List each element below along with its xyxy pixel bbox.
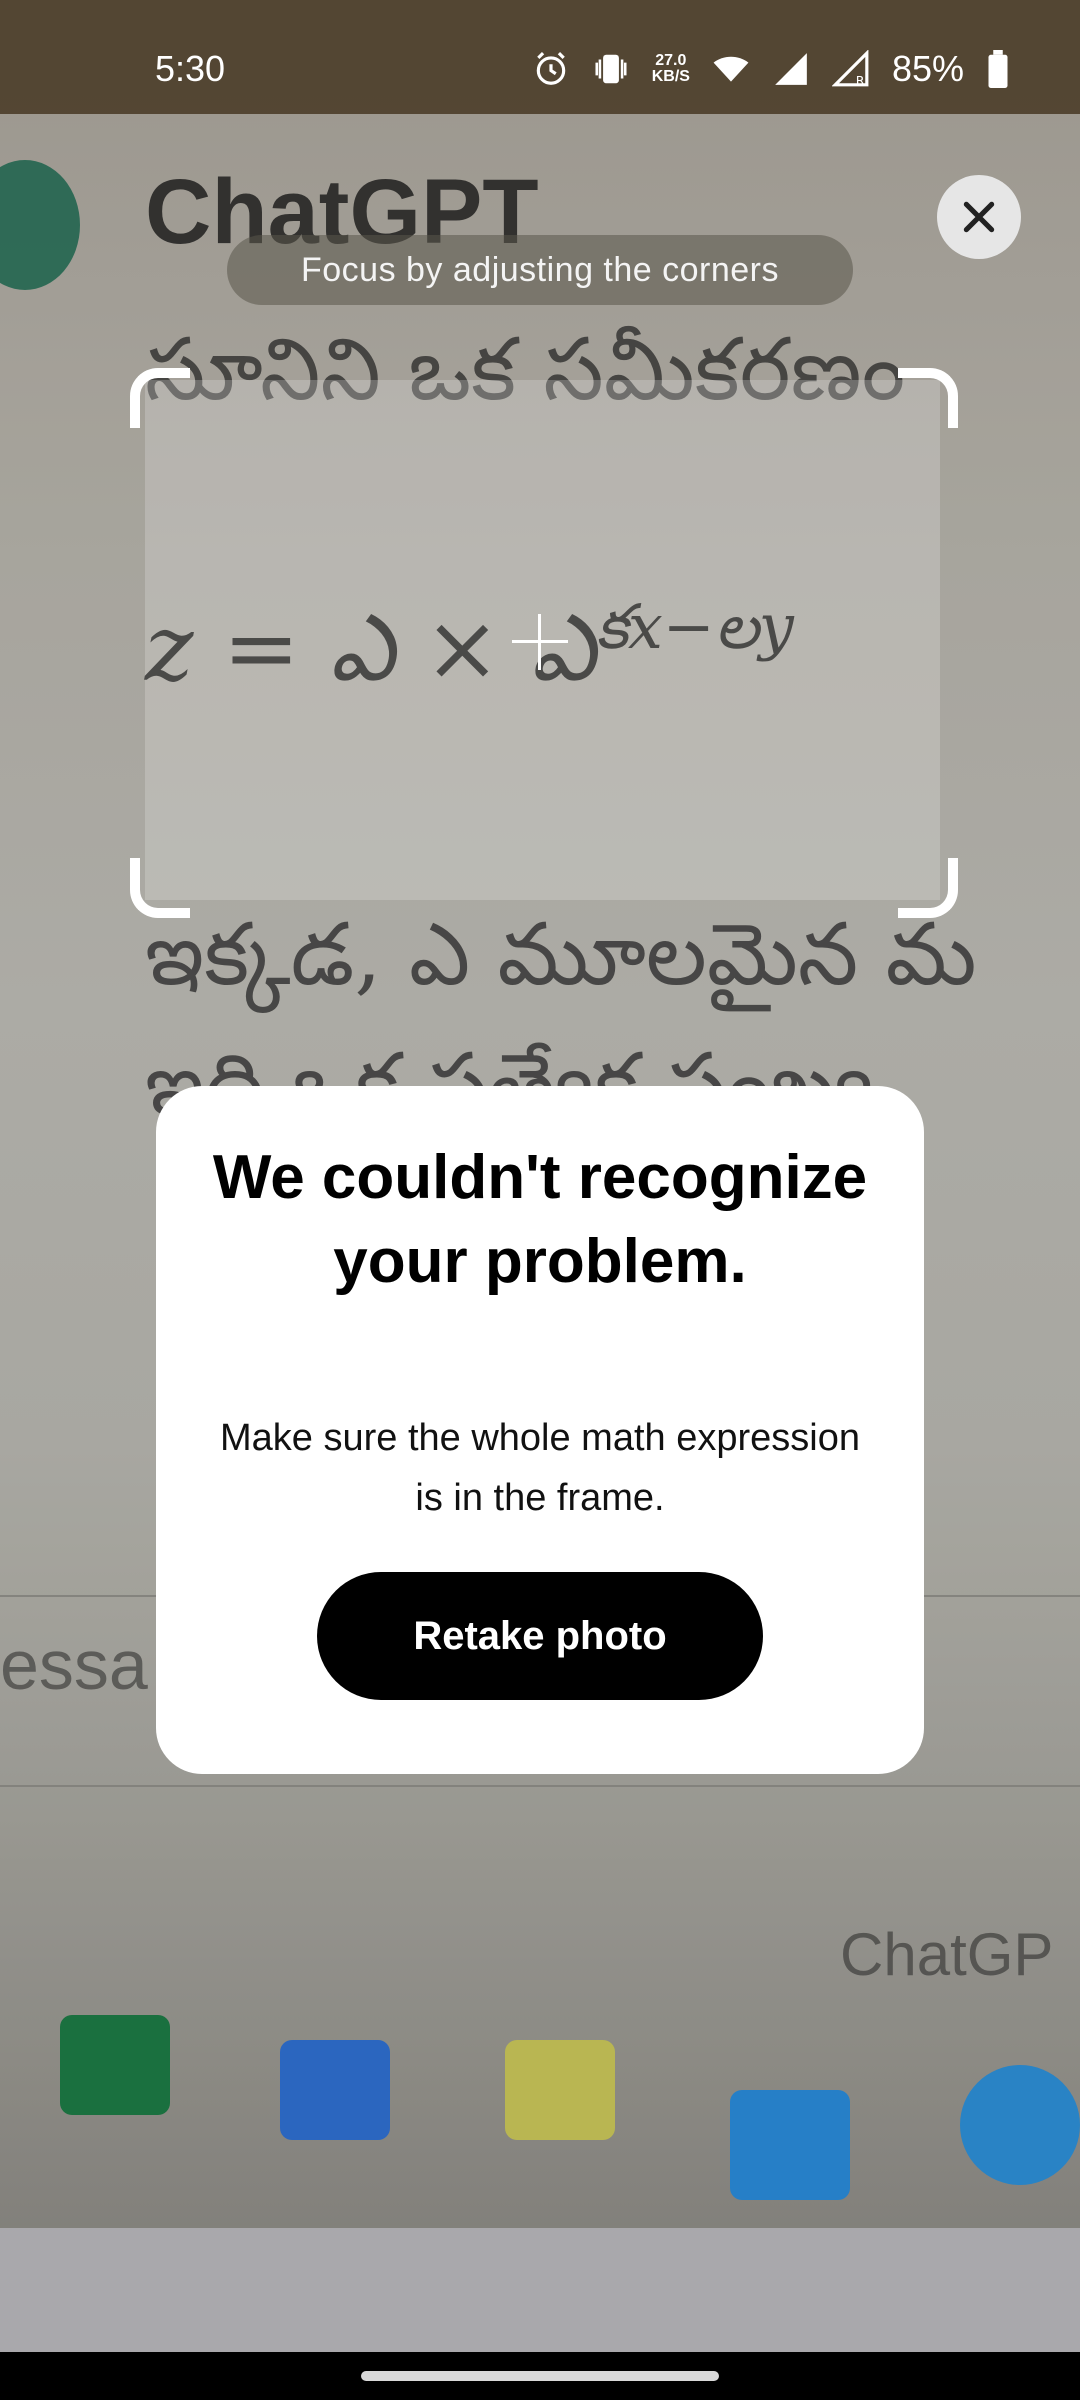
close-icon (963, 201, 995, 233)
status-time: 5:30 (155, 48, 226, 89)
home-gesture-handle[interactable] (361, 2371, 719, 2381)
frame-corner-top-right[interactable] (898, 368, 958, 428)
error-dialog: We couldn't recognize your problem. Make… (156, 1086, 924, 1774)
svg-text:R: R (856, 73, 865, 88)
frame-corner-bottom-left[interactable] (130, 858, 190, 918)
hint-label: Focus by adjusting the corners (227, 235, 853, 305)
battery-icon (988, 50, 1008, 88)
signal-icon (775, 53, 807, 85)
dialog-title: We couldn't recognize your problem. (212, 1143, 868, 1296)
network-speed-value: 27.0 (655, 52, 687, 69)
status-bar: 5:30 27.0 KB/S R 85% (0, 0, 1080, 114)
bottom-panel (0, 2228, 1080, 2352)
battery-percent: 85% (891, 48, 964, 89)
crosshair-vertical (538, 614, 541, 670)
frame-corner-top-left[interactable] (130, 368, 190, 428)
close-button[interactable] (937, 175, 1021, 259)
wifi-icon (713, 56, 749, 82)
frame-corner-bottom-right[interactable] (898, 858, 958, 918)
alarm-icon (536, 52, 565, 85)
retake-photo-button[interactable]: Retake photo (317, 1572, 763, 1700)
vibrate-icon (595, 54, 627, 84)
network-speed: 27.0 KB/S (652, 53, 690, 85)
signal-roaming-icon: R (831, 50, 869, 88)
dialog-message: Make sure the whole math expression is i… (220, 1417, 860, 1519)
network-speed-unit: KB/S (651, 68, 690, 85)
status-icons: 27.0 KB/S R 85% (532, 48, 1010, 90)
